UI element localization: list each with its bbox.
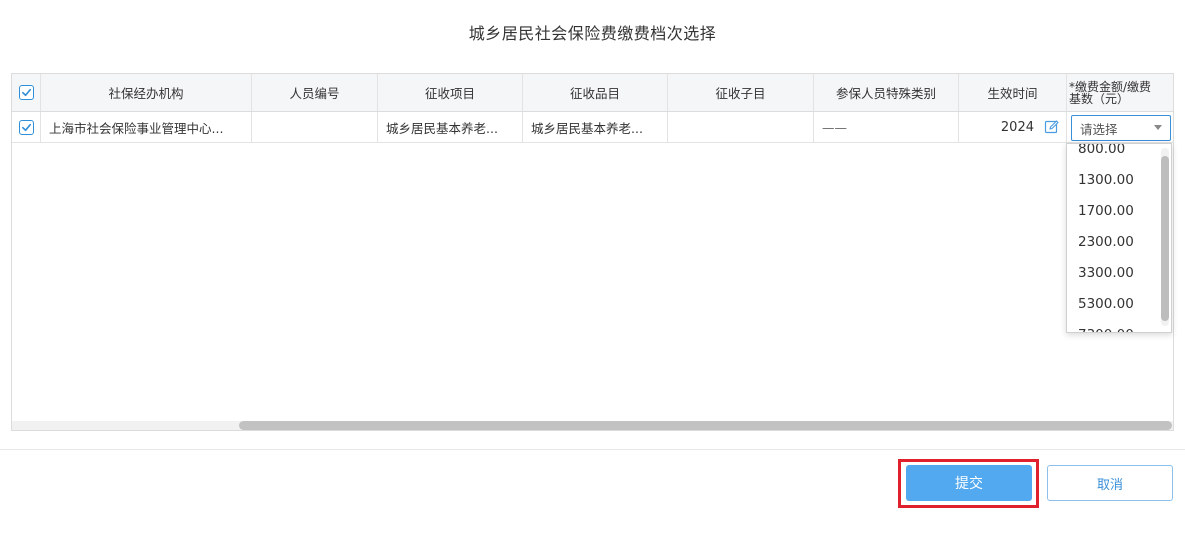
horizontal-scrollbar-thumb[interactable] — [239, 421, 1172, 430]
amount-select[interactable]: 请选择 — [1071, 115, 1171, 141]
cell-category: 城乡居民基本养老... — [523, 112, 668, 142]
cell-special-type: —— — [814, 112, 959, 142]
cell-effective-time: 2024 — [959, 112, 1067, 142]
header-category[interactable]: 征收品目 — [523, 74, 668, 111]
header-agency[interactable]: 社保经办机构 — [41, 74, 252, 111]
header-item[interactable]: 征收项目 — [378, 74, 523, 111]
dropdown-option[interactable]: 5300.00 — [1067, 289, 1159, 320]
dropdown-option[interactable]: 800.00 — [1067, 144, 1159, 165]
row-select-cell[interactable] — [12, 112, 41, 142]
header-amount-line1: *缴费金额/缴费 — [1069, 79, 1152, 94]
submit-button[interactable]: 提交 — [906, 465, 1032, 501]
chevron-down-icon — [1154, 125, 1162, 130]
dropdown-option[interactable]: 1700.00 — [1067, 196, 1159, 227]
cell-item: 城乡居民基本养老... — [378, 112, 523, 142]
dropdown-option[interactable]: 1300.00 — [1067, 165, 1159, 196]
dropdown-scrollbar-thumb[interactable] — [1161, 156, 1169, 321]
header-sub-item[interactable]: 征收子目 — [668, 74, 814, 111]
row-checkbox[interactable] — [18, 119, 34, 135]
select-all-cell[interactable] — [12, 74, 41, 111]
header-amount-line2: 基数（元） — [1069, 91, 1130, 106]
dialog-title: 城乡居民社会保险费缴费档次选择 — [468, 24, 717, 43]
header-amount[interactable]: *缴费金额/缴费 基数（元） — [1067, 74, 1173, 111]
amount-select-value: 请选择 — [1080, 121, 1118, 137]
header-special-type[interactable]: 参保人员特殊类别 — [814, 74, 959, 111]
cancel-button[interactable]: 取消 — [1047, 465, 1173, 501]
cell-agency: 上海市社会保险事业管理中心... — [41, 112, 252, 142]
dropdown-option[interactable]: 2300.00 — [1067, 227, 1159, 258]
header-person-id[interactable]: 人员编号 — [252, 74, 378, 111]
dropdown-option[interactable]: 3300.00 — [1067, 258, 1159, 289]
dropdown-option[interactable]: 7300.00 — [1067, 320, 1159, 332]
effective-year-value: 2024 — [1000, 119, 1034, 135]
data-grid: 社保经办机构 人员编号 征收项目 征收品目 征收子目 参保人员特殊类别 生效时间… — [11, 73, 1174, 431]
table-row[interactable]: 上海市社会保险事业管理中心... 城乡居民基本养老... 城乡居民基本养老...… — [12, 112, 1173, 143]
footer-divider — [0, 449, 1185, 450]
cell-sub-item — [668, 112, 814, 142]
select-all-checkbox[interactable] — [18, 85, 34, 100]
table-header: 社保经办机构 人员编号 征收项目 征收品目 征收子目 参保人员特殊类别 生效时间… — [12, 74, 1173, 112]
cell-person-id — [252, 112, 378, 142]
dropdown-options: 800.00 1300.00 1700.00 2300.00 3300.00 5… — [1067, 144, 1159, 332]
edit-icon[interactable] — [1044, 119, 1060, 135]
amount-dropdown: 800.00 1300.00 1700.00 2300.00 3300.00 5… — [1066, 143, 1172, 333]
cell-amount: 请选择 — [1067, 112, 1173, 142]
special-type-value: —— — [822, 119, 847, 135]
header-effective-time[interactable]: 生效时间 — [959, 74, 1067, 111]
